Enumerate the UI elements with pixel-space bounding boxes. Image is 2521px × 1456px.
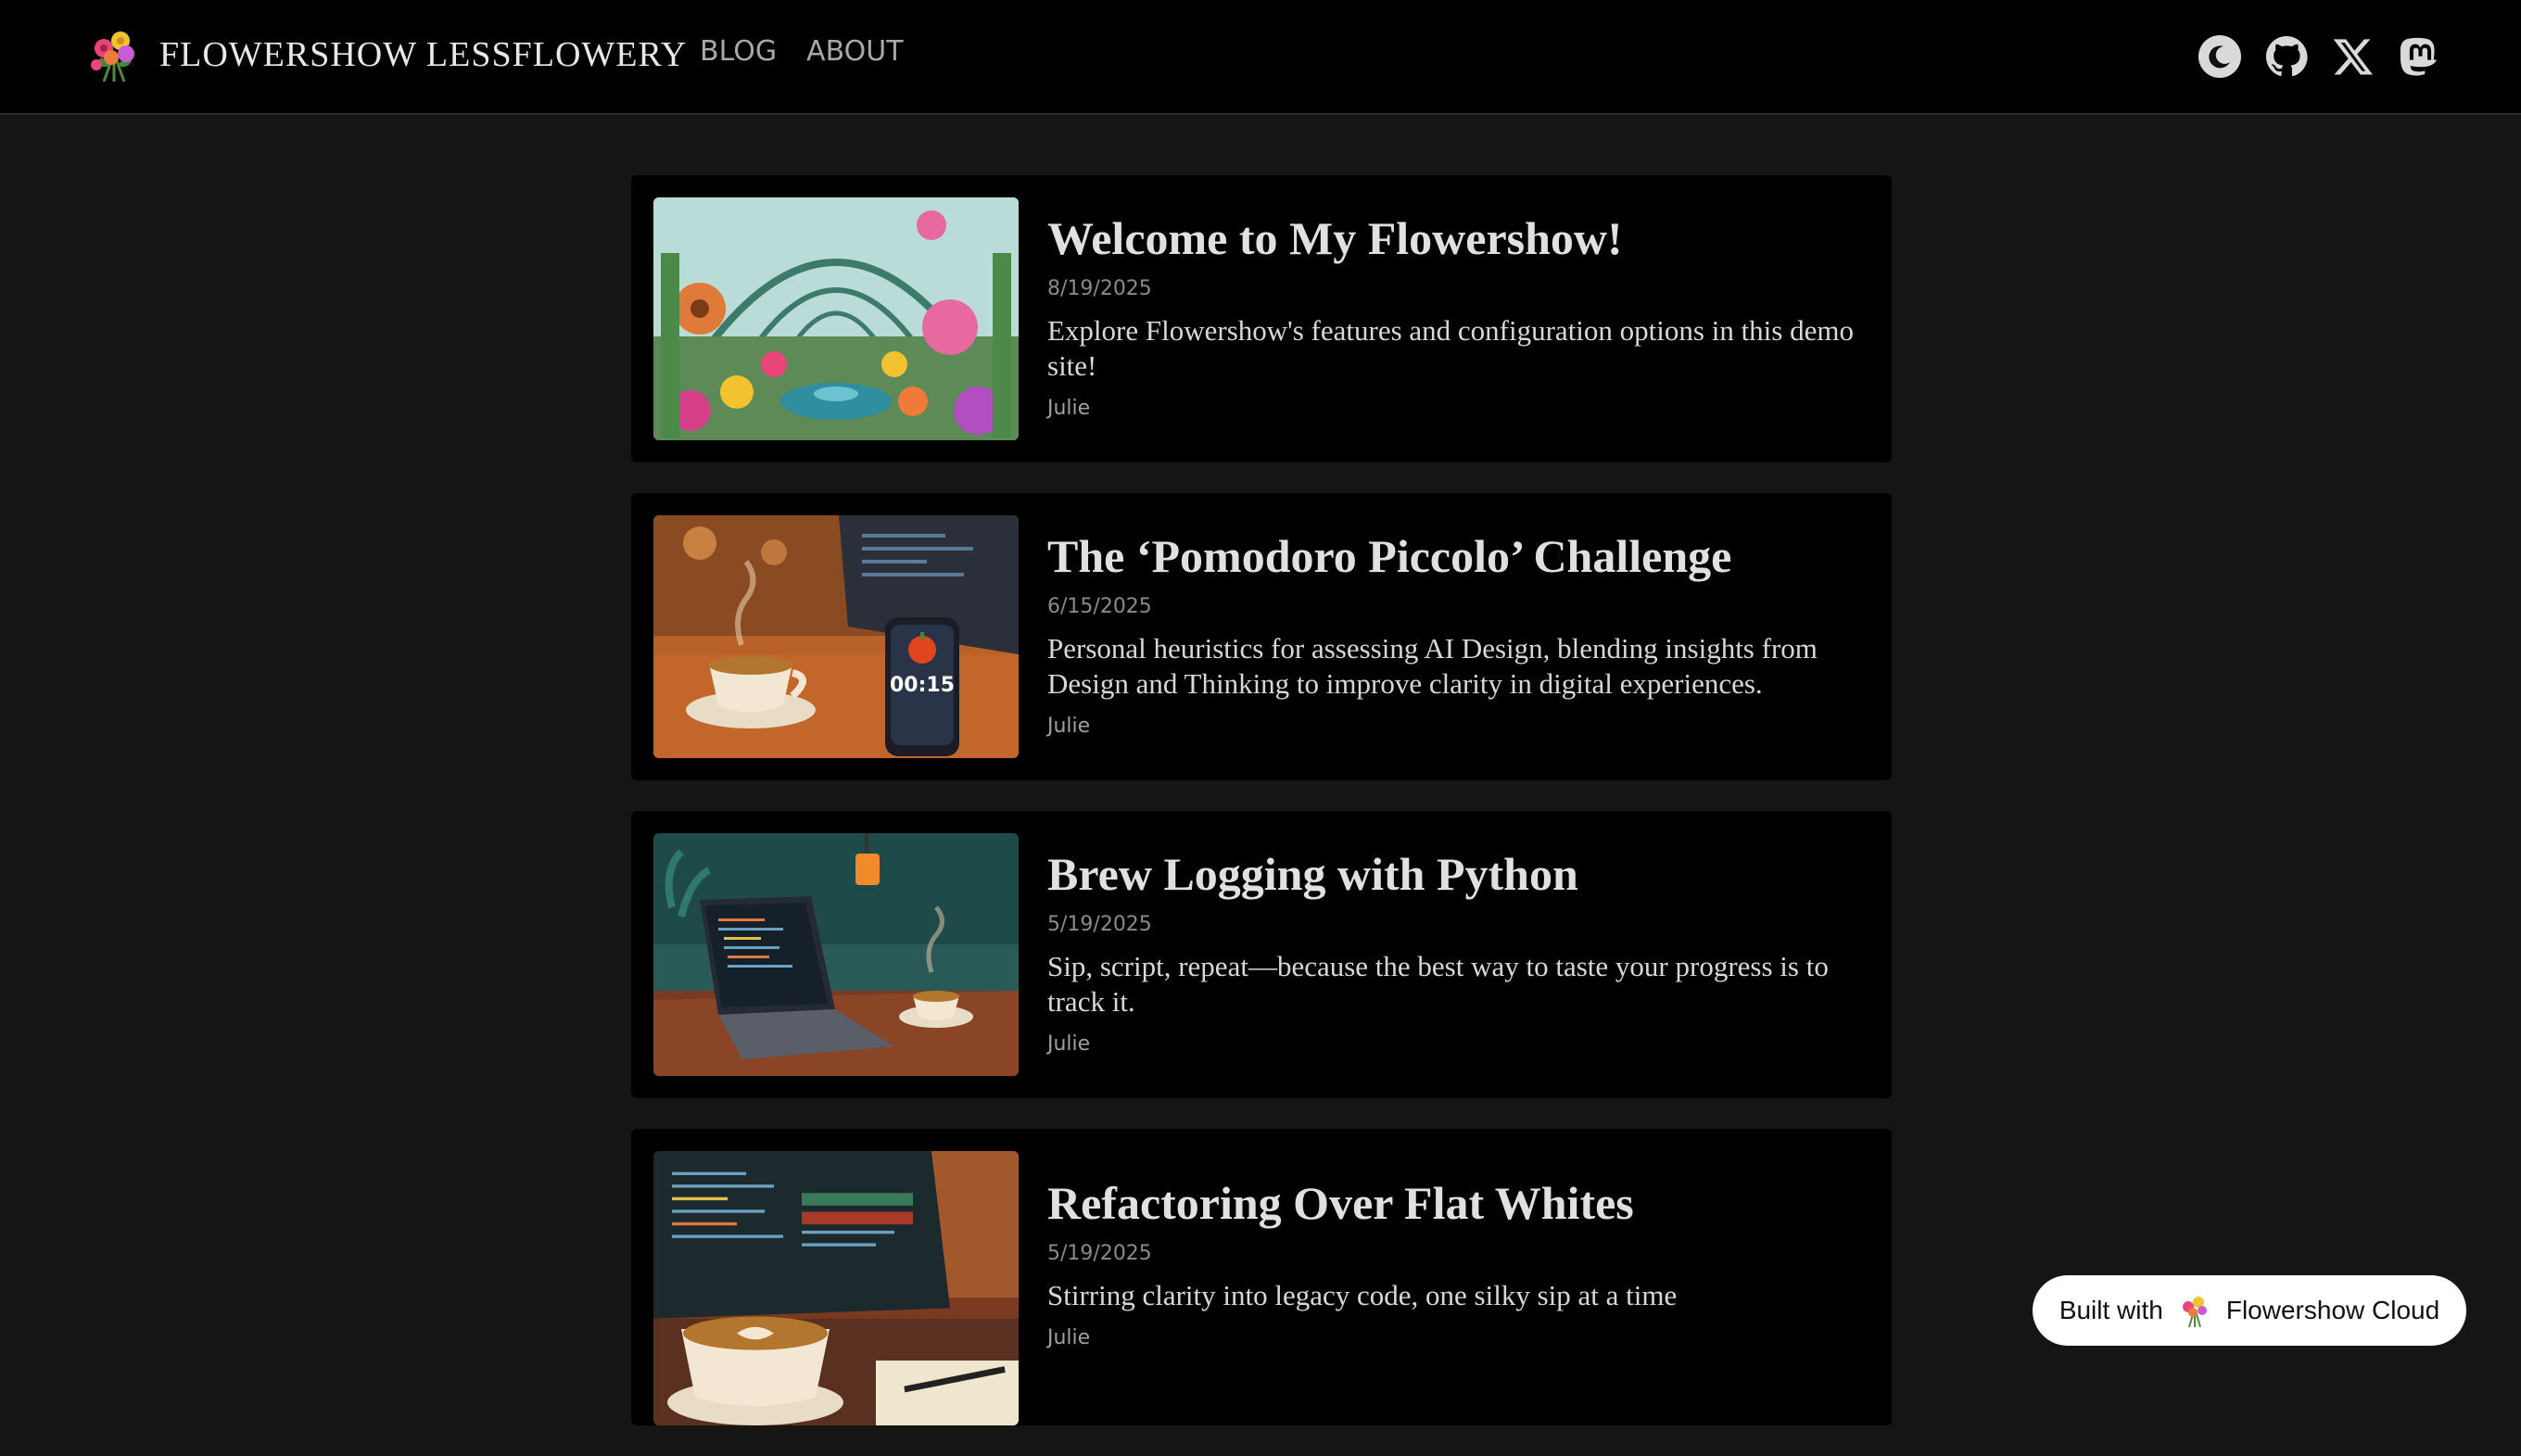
post-body: Welcome to My Flowershow! 8/19/2025 Expl…	[1047, 210, 1866, 420]
post-date: 6/15/2025	[1047, 595, 1152, 618]
theme-toggle-button[interactable]	[2197, 33, 2243, 80]
site-title: FLOWERSHOW LESSFLOWERY	[159, 35, 688, 74]
post-title[interactable]: The ‘Pomodoro Piccolo’ Challenge	[1047, 528, 1866, 584]
post-author: Julie	[1047, 715, 1091, 738]
post-card[interactable]: Brew Logging with Python 5/19/2025 Sip, …	[631, 811, 1892, 1098]
nav-link-about[interactable]: ABOUT	[806, 35, 903, 68]
built-with-prefix: Built with	[2059, 1296, 2163, 1324]
post-date: 8/19/2025	[1047, 277, 1152, 300]
post-date: 5/19/2025	[1047, 1242, 1152, 1265]
post-title[interactable]: Welcome to My Flowershow!	[1047, 210, 1866, 266]
post-body: Refactoring Over Flat Whites 5/19/2025 S…	[1047, 1175, 1866, 1349]
mastodon-icon	[2400, 37, 2437, 76]
github-icon	[2265, 35, 2308, 77]
mastodon-link[interactable]	[2397, 33, 2443, 80]
github-link[interactable]	[2263, 33, 2310, 80]
x-twitter-link[interactable]	[2330, 33, 2376, 80]
post-title[interactable]: Brew Logging with Python	[1047, 846, 1866, 902]
post-card[interactable]: Welcome to My Flowershow! 8/19/2025 Expl…	[631, 175, 1892, 462]
nav-link-blog[interactable]: BLOG	[700, 35, 777, 68]
post-description: Personal heuristics for assessing AI Des…	[1047, 632, 1818, 700]
top-navigation-bar: FLOWERSHOW LESSFLOWERY BLOG ABOUT	[0, 0, 2521, 115]
post-feed: Welcome to My Flowershow! 8/19/2025 Expl…	[631, 175, 1892, 1456]
bouquet-icon	[2182, 1297, 2207, 1328]
post-description: Sip, script, repeat—because the best way…	[1047, 950, 1829, 1018]
post-thumbnail	[653, 197, 1019, 440]
coffee-and-timer-image: 00:15	[653, 515, 1019, 758]
post-body: The ‘Pomodoro Piccolo’ Challenge 6/15/20…	[1047, 528, 1866, 738]
built-with-badge[interactable]: Built with Flowershow Cloud	[2033, 1275, 2466, 1346]
post-author: Julie	[1047, 1032, 1091, 1056]
post-date: 5/19/2025	[1047, 913, 1152, 936]
post-description: Stirring clarity into legacy code, one s…	[1047, 1279, 1678, 1311]
post-card[interactable]: Refactoring Over Flat Whites 5/19/2025 S…	[631, 1129, 1892, 1425]
x-icon	[2333, 39, 2373, 75]
post-description: Explore Flowershow's features and config…	[1047, 314, 1854, 382]
post-author: Julie	[1047, 397, 1091, 420]
header-icon-group	[2176, 33, 2443, 80]
post-card[interactable]: 00:15 The ‘Pomodoro Piccolo’ Challenge 6…	[631, 493, 1892, 780]
post-author: Julie	[1047, 1326, 1091, 1349]
moon-icon	[2198, 35, 2241, 78]
post-thumbnail	[653, 833, 1019, 1076]
laptop-and-coffee-image	[653, 833, 1019, 1076]
main-nav: BLOG ABOUT	[700, 35, 933, 68]
bouquet-logo-icon	[91, 32, 134, 82]
post-thumbnail: 00:15	[653, 515, 1019, 758]
built-with-product: Flowershow Cloud	[2225, 1296, 2440, 1324]
site-brand-link[interactable]: FLOWERSHOW LESSFLOWERY	[83, 22, 687, 87]
post-body: Brew Logging with Python 5/19/2025 Sip, …	[1047, 846, 1866, 1056]
timer-display: 00:15	[890, 674, 955, 697]
post-title[interactable]: Refactoring Over Flat Whites	[1047, 1175, 1866, 1231]
greenhouse-garden-image	[653, 197, 1019, 440]
